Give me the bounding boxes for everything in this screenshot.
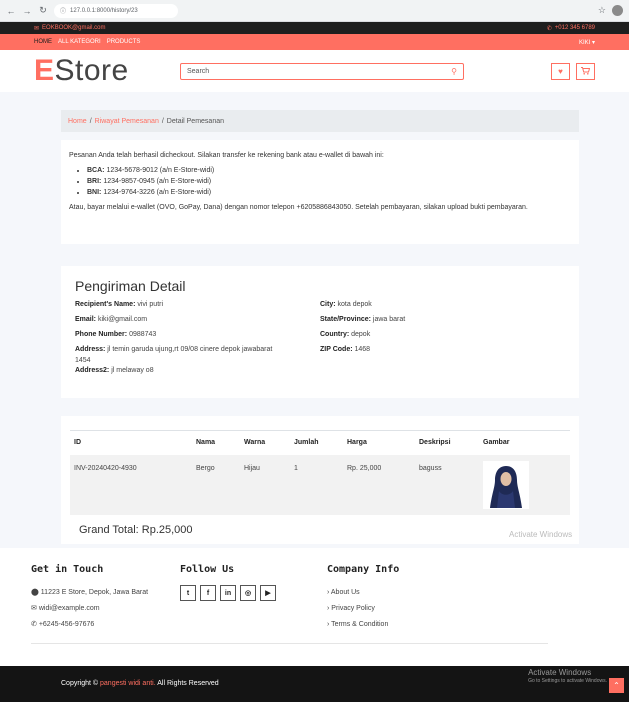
- forward-arrow-icon[interactable]: →: [22, 6, 32, 16]
- footer-link-privacy[interactable]: › Privacy Policy: [327, 601, 399, 617]
- recipient-email: Email: kiki@gmail.com: [75, 316, 148, 323]
- site-header: EStore Search ⚲ ♥: [0, 50, 629, 92]
- browser-toolbar: ← → ↻ ⓘ 127.0.0.1:8000/history/23 ☆: [0, 0, 629, 22]
- footer-follow-title: Follow Us: [180, 564, 235, 575]
- cart-icon[interactable]: [576, 62, 595, 80]
- menu-all-kategori[interactable]: ALL KATEGORI: [58, 39, 101, 45]
- site-footer: Get in Touch ⬤ 11223 E Store, Depok, Jaw…: [0, 548, 629, 666]
- cell-gambar: [479, 454, 570, 515]
- payment-intro: Pesanan Anda telah berhasil dicheckout. …: [69, 152, 384, 159]
- instagram-icon[interactable]: ◎: [240, 585, 256, 601]
- menu-products[interactable]: PRODUCTS: [107, 39, 141, 45]
- menu-home[interactable]: HOME: [34, 39, 52, 45]
- topbar-email[interactable]: ✉ EOKBOOK@gmail.com: [34, 25, 105, 32]
- footer-touch-title: Get in Touch: [31, 564, 104, 575]
- reload-icon[interactable]: ↻: [38, 5, 48, 16]
- footer-link-about[interactable]: › About Us: [327, 585, 399, 601]
- phone-icon: ✆: [31, 621, 37, 628]
- footer-link-terms[interactable]: › Terms & Condition: [327, 617, 399, 633]
- search-input[interactable]: Search ⚲: [180, 62, 464, 80]
- breadcrumb-home[interactable]: Home: [68, 118, 87, 125]
- wishlist-heart-icon[interactable]: ♥: [551, 62, 570, 80]
- profile-avatar-icon[interactable]: [612, 5, 623, 16]
- info-icon[interactable]: ⓘ: [60, 6, 66, 15]
- cell-jumlah: 1: [290, 454, 343, 515]
- facebook-icon[interactable]: f: [200, 585, 216, 601]
- search-icon[interactable]: ⚲: [451, 67, 457, 76]
- footer-divider: [31, 643, 548, 644]
- col-harga: Harga: [343, 430, 415, 455]
- copyright-bar: Copyright © pangesti widi anti. All Righ…: [0, 666, 629, 702]
- bank-item: BCA: 1234-5678-9012 (a/n E-Store-widi): [87, 165, 571, 176]
- shipping-detail-card: Pengiriman Detail Recipient's Name: vivi…: [61, 266, 579, 398]
- contact-topbar: ✉ EOKBOOK@gmail.com ✆ +012 345 6789: [0, 22, 629, 34]
- shipping-left-column: Recipient's Name: vivi putri Email: kiki…: [75, 297, 320, 377]
- back-arrow-icon[interactable]: ←: [6, 6, 16, 16]
- copyright-author-link[interactable]: pangesti widi anti.: [100, 680, 156, 687]
- recipient-phone: Phone Number: 0988743: [75, 331, 157, 338]
- bank-item: BNI: 1234-9764-3226 (a/n E-Store-widi): [87, 187, 571, 198]
- recipient-name: Recipient's Name: vivi putri: [75, 301, 164, 308]
- phone-icon: ✆: [546, 25, 552, 32]
- main-content: Home / Riwayat Pemesanan / Detail Pemesa…: [0, 92, 629, 548]
- twitter-icon[interactable]: t: [180, 585, 196, 601]
- cell-deskripsi: baguss: [415, 454, 479, 515]
- footer-address: ⬤ 11223 E Store, Depok, Jawa Barat: [31, 589, 149, 596]
- main-menu: HOME ALL KATEGORI PRODUCTS KIKI ▾: [0, 34, 629, 50]
- envelope-icon: ✉: [31, 605, 37, 612]
- cell-id: INV-20240420-4930: [70, 454, 192, 515]
- order-table: ID Nama Warna Jumlah Harga Deskripsi Gam…: [70, 430, 570, 515]
- topbar-phone: ✆ +012 345 6789: [546, 25, 595, 32]
- product-image: [483, 460, 529, 509]
- grand-total: Grand Total: Rp.25,000: [79, 523, 193, 536]
- cell-harga: Rp. 25,000: [343, 454, 415, 515]
- col-warna: Warna: [240, 430, 290, 455]
- table-header-row: ID Nama Warna Jumlah Harga Deskripsi Gam…: [70, 430, 570, 455]
- payment-instructions-card: Pesanan Anda telah berhasil dicheckout. …: [61, 140, 579, 244]
- footer-follow-us: Follow Us t f in ◎ ▶: [180, 564, 276, 601]
- url-text: 127.0.0.1:8000/history/23: [70, 7, 138, 14]
- activate-windows-watermark: Activate Windows: [509, 530, 573, 539]
- estore-logo[interactable]: EStore: [34, 54, 180, 88]
- bookmark-star-icon[interactable]: ☆: [598, 5, 606, 16]
- map-marker-icon: ⬤: [31, 589, 39, 596]
- order-items-card: ID Nama Warna Jumlah Harga Deskripsi Gam…: [61, 416, 579, 544]
- windows-activation-notice: Activate Windows Go to Settings to activ…: [528, 668, 607, 684]
- col-nama: Nama: [192, 430, 240, 455]
- col-deskripsi: Deskripsi: [415, 430, 479, 455]
- breadcrumb-history[interactable]: Riwayat Pemesanan: [95, 118, 159, 125]
- city: City: kota depok: [320, 301, 372, 308]
- footer-email[interactable]: ✉ widi@example.com: [31, 601, 148, 617]
- footer-get-in-touch: Get in Touch ⬤ 11223 E Store, Depok, Jaw…: [31, 564, 148, 633]
- table-row: INV-20240420-4930 Bergo Hijau 1 Rp. 25,0…: [70, 454, 570, 515]
- youtube-icon[interactable]: ▶: [260, 585, 276, 601]
- col-id: ID: [70, 430, 192, 455]
- payment-outro: Atau, bayar melalui e-wallet (OVO, GoPay…: [69, 204, 528, 211]
- copyright-text: Copyright © pangesti widi anti. All Righ…: [61, 680, 219, 687]
- country: Country: depok: [320, 331, 371, 338]
- address-bar[interactable]: ⓘ 127.0.0.1:8000/history/23: [54, 3, 178, 18]
- footer-company-info: Company Info › About Us › Privacy Policy…: [327, 564, 399, 633]
- user-dropdown[interactable]: KIKI ▾: [579, 39, 595, 46]
- bank-item: BRI: 1234-9857-0945 (a/n E-Store-widi): [87, 176, 571, 187]
- breadcrumb: Home / Riwayat Pemesanan / Detail Pemesa…: [61, 110, 579, 132]
- back-to-top-button[interactable]: ⌃: [609, 678, 624, 693]
- state-province: State/Province: jawa barat: [320, 316, 406, 323]
- shipping-title: Pengiriman Detail: [75, 278, 186, 294]
- cell-nama: Bergo: [192, 454, 240, 515]
- recipient-address2: Address2: jl melaway o8: [75, 367, 154, 374]
- cell-warna: Hijau: [240, 454, 290, 515]
- shipping-right-column: City: kota depok State/Province: jawa ba…: [320, 297, 565, 377]
- footer-company-title: Company Info: [327, 564, 400, 575]
- breadcrumb-current: Detail Pemesanan: [166, 117, 224, 125]
- footer-phone: ✆ +6245-456-97676: [31, 621, 95, 628]
- envelope-icon: ✉: [34, 25, 40, 32]
- zip-code: ZIP Code: 1468: [320, 346, 371, 353]
- col-gambar: Gambar: [479, 430, 570, 455]
- col-jumlah: Jumlah: [290, 430, 343, 455]
- linkedin-icon[interactable]: in: [220, 585, 236, 601]
